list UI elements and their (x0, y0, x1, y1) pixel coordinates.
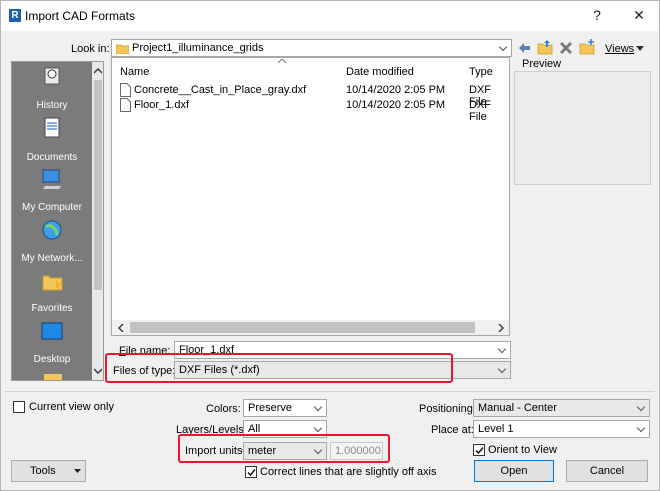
chevron-down-icon (315, 425, 323, 433)
scroll-left-icon[interactable] (118, 324, 124, 332)
file-row[interactable]: Concrete__Cast_in_Place_gray.dxf 10/14/2… (112, 83, 511, 108)
sidebar-item-my-computer[interactable]: My Computer (12, 202, 92, 213)
chevron-down-icon (638, 425, 646, 433)
file-name: Concrete__Cast_in_Place_gray.dxf (134, 84, 307, 96)
sidebar-item-favorites[interactable]: Favorites (12, 303, 92, 314)
chevron-down-icon (499, 346, 507, 354)
folder-icon (116, 44, 129, 54)
place-at-value: Level 1 (478, 423, 514, 435)
desktop-icon (41, 322, 63, 340)
highlight-import-units (178, 434, 390, 463)
sidebar-scrollbar[interactable] (92, 62, 103, 380)
scroll-right-icon[interactable] (498, 324, 504, 332)
divider (5, 391, 655, 392)
favorites-icon (42, 275, 63, 291)
network-icon (42, 220, 62, 240)
chevron-down-icon (499, 366, 507, 374)
chevron-down-icon (638, 404, 646, 412)
orient-to-view-checkbox[interactable] (473, 444, 485, 456)
file-list-hscrollbar[interactable] (112, 320, 509, 335)
new-folder-icon[interactable] (579, 39, 595, 55)
sort-ascending-icon (278, 59, 286, 64)
file-list[interactable]: Name Date modified Type Concrete__Cast_i… (111, 57, 510, 336)
file-row[interactable]: Floor_1.dxf 10/14/2020 2:05 PM DXF File (112, 98, 511, 123)
scroll-down-icon[interactable] (94, 368, 102, 374)
file-date: 10/14/2020 2:05 PM (346, 84, 446, 96)
title-bar: R Import CAD Formats ? ✕ (1, 1, 659, 31)
sidebar-scroll-thumb[interactable] (94, 80, 102, 290)
colors-value: Preserve (248, 402, 293, 414)
file-type: DXF File (469, 99, 491, 123)
views-menu[interactable]: Views (605, 43, 634, 55)
import-cad-dialog: R Import CAD Formats ? ✕ Look in: Projec… (0, 0, 660, 491)
up-folder-icon[interactable] (537, 39, 553, 55)
close-button[interactable]: ✕ (627, 5, 651, 25)
current-view-only-label: Current view only (29, 401, 114, 413)
sidebar-item-history[interactable]: History (12, 100, 92, 111)
current-view-only-checkbox[interactable] (13, 401, 25, 413)
correct-lines-label: Correct lines that are slightly off axis (260, 466, 437, 478)
column-header-type[interactable]: Type (469, 66, 493, 78)
orient-to-view-label: Orient to View (488, 444, 557, 456)
window-title: Import CAD Formats (25, 9, 136, 23)
folder-icon (44, 374, 62, 380)
positioning-select[interactable]: Manual - Center (473, 399, 650, 417)
scroll-up-icon[interactable] (94, 68, 102, 74)
back-arrow-icon[interactable] (517, 41, 531, 55)
computer-icon (42, 169, 61, 189)
file-list-scroll-thumb[interactable] (130, 322, 475, 333)
place-at-select[interactable]: Level 1 (473, 420, 650, 438)
positioning-label: Positioning: (419, 403, 476, 415)
look-in-label: Look in: (71, 43, 110, 55)
colors-label: Colors: (206, 403, 241, 415)
sidebar-item-documents[interactable]: Documents (12, 152, 92, 163)
preview-label: Preview (522, 58, 562, 70)
look-in-combo[interactable]: Project1_illuminance_grids (111, 39, 512, 57)
place-at-label: Place at: (431, 424, 474, 436)
tools-label: Tools (30, 465, 56, 477)
help-button[interactable]: ? (585, 5, 609, 25)
documents-icon (44, 117, 60, 138)
file-icon (120, 83, 131, 97)
preview-pane (514, 71, 651, 185)
sidebar-item-desktop[interactable]: Desktop (12, 354, 92, 365)
positioning-value: Manual - Center (478, 402, 557, 414)
checkmark-icon (475, 447, 484, 455)
tools-button[interactable]: Tools (11, 460, 86, 482)
chevron-down-icon (74, 469, 81, 473)
file-date: 10/14/2020 2:05 PM (346, 99, 446, 111)
checkmark-icon (247, 469, 256, 477)
chevron-down-icon (500, 44, 508, 52)
views-dropdown-icon[interactable] (636, 46, 644, 52)
file-icon (120, 98, 131, 112)
correct-lines-checkbox[interactable] (245, 466, 257, 478)
open-button[interactable]: Open (474, 460, 554, 482)
places-sidebar: History Documents My Computer My Network… (11, 61, 104, 381)
delete-icon[interactable] (559, 41, 573, 55)
colors-select[interactable]: Preserve (243, 399, 327, 417)
sidebar-item-my-network[interactable]: My Network... (12, 253, 92, 264)
history-icon (44, 67, 60, 85)
look-in-value: Project1_illuminance_grids (132, 42, 264, 54)
column-header-name[interactable]: Name (120, 66, 149, 78)
highlight-files-of-type (105, 353, 453, 383)
column-header-date-modified[interactable]: Date modified (346, 66, 414, 78)
chevron-down-icon (315, 404, 323, 412)
cancel-button[interactable]: Cancel (566, 460, 648, 482)
revit-logo-icon: R (9, 9, 21, 22)
file-name: Floor_1.dxf (134, 99, 190, 111)
